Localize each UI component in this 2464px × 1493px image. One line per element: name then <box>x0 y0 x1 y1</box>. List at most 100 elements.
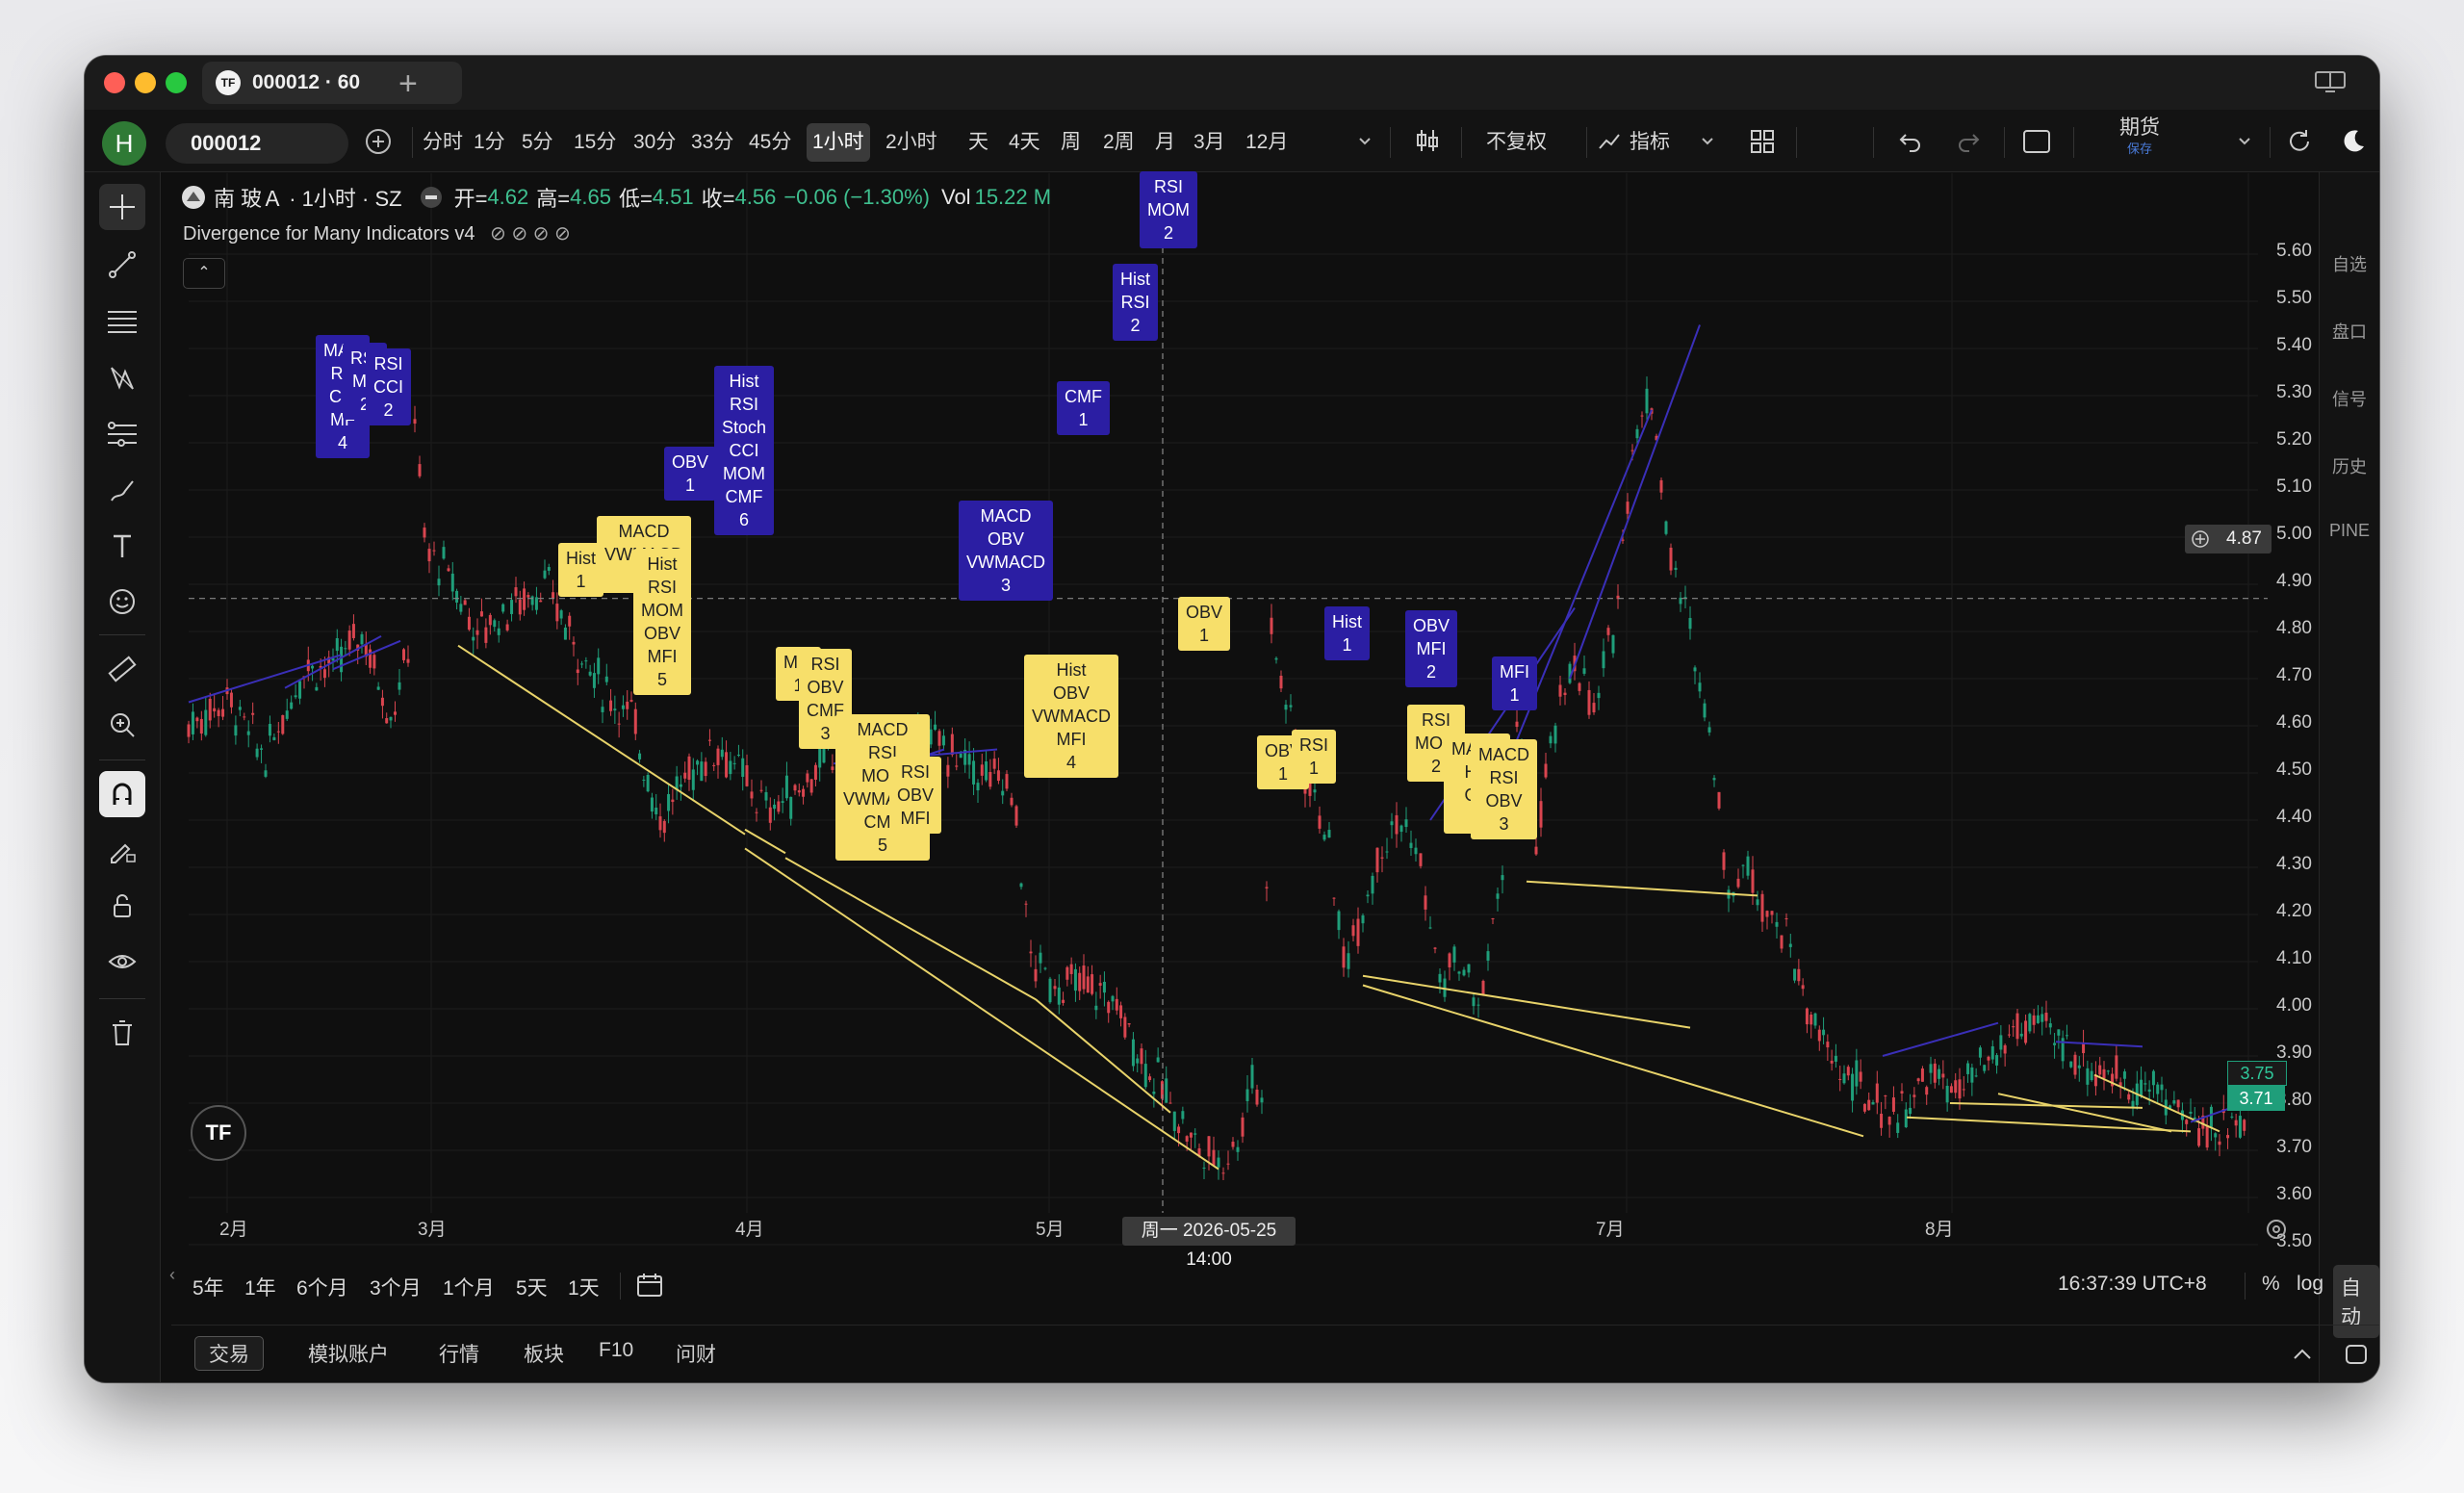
fullscreen-rect-icon[interactable] <box>2021 127 2052 156</box>
time-tick-label: 3月 <box>418 1220 447 1240</box>
tab-paper-account[interactable]: 模拟账户 <box>308 1339 389 1368</box>
lock-pencil-tool[interactable] <box>99 827 145 873</box>
maximize-panel-icon[interactable] <box>2343 1341 2370 1368</box>
go-to-date-icon[interactable] <box>635 1271 664 1300</box>
tab-f10[interactable]: F10 <box>599 1339 633 1362</box>
fib-tool[interactable] <box>99 411 145 457</box>
scroll-left-icon[interactable]: ‹ <box>169 1265 175 1285</box>
text-tool[interactable] <box>99 523 145 569</box>
candle-body <box>285 710 289 719</box>
tab-trade[interactable]: 交易 <box>194 1336 264 1371</box>
timeframe-0[interactable]: 分时 <box>417 123 469 162</box>
timeframe-13[interactable]: 月 <box>1149 123 1181 162</box>
futures-button[interactable]: 期货 <box>2119 116 2160 141</box>
log-scale-toggle[interactable]: log <box>2297 1273 2323 1296</box>
chart-settings-gear-icon[interactable] <box>2264 1217 2289 1242</box>
layout-window-icon[interactable] <box>2314 69 2347 94</box>
candle-body <box>1202 1167 1206 1169</box>
indicator-visibility-icons[interactable]: ⊘ ⊘ ⊘ ⊘ <box>490 223 571 245</box>
clock-timezone[interactable]: 16:37:39 UTC+8 <box>2058 1273 2207 1296</box>
timeframe-1[interactable]: 1分 <box>468 123 511 162</box>
timeframe-2[interactable]: 5分 <box>516 123 559 162</box>
add-alert-plus-icon[interactable] <box>2191 529 2210 549</box>
symbol-search-input[interactable]: 000012 <box>166 123 348 164</box>
new-tab-plus-icon[interactable]: + <box>398 65 418 103</box>
collapse-legend-button[interactable]: ⌃ <box>183 258 225 289</box>
candle-body <box>1270 617 1273 634</box>
tradingview-logo[interactable]: TF <box>191 1105 246 1161</box>
tab-sectors[interactable]: 板块 <box>524 1339 564 1368</box>
range-1m[interactable]: 1个月 <box>443 1273 495 1301</box>
horizontal-lines-tool[interactable] <box>99 297 145 344</box>
indicators-button[interactable]: 指标 <box>1630 123 1670 162</box>
timeframe-11[interactable]: 周 <box>1055 123 1087 162</box>
range-1y[interactable]: 1年 <box>244 1273 276 1301</box>
tab-wencai[interactable]: 问财 <box>676 1339 716 1368</box>
candle-body <box>1241 1117 1245 1137</box>
add-symbol-icon[interactable] <box>364 127 393 156</box>
trend-line-tool[interactable] <box>99 242 145 288</box>
maximize-window-button[interactable] <box>166 72 187 93</box>
close-window-button[interactable] <box>104 72 125 93</box>
timeframe-3[interactable]: 15分 <box>568 123 622 162</box>
price-chart[interactable] <box>169 173 2322 1280</box>
range-1d[interactable]: 1天 <box>568 1273 600 1301</box>
range-5d[interactable]: 5天 <box>516 1273 548 1301</box>
brush-icon <box>111 480 134 502</box>
price-adjust-button[interactable]: 不复权 <box>1486 123 1547 162</box>
timeframe-14[interactable]: 3月 <box>1188 123 1231 162</box>
indicators-chevron-icon[interactable] <box>1698 131 1717 150</box>
avatar[interactable]: H <box>102 121 146 166</box>
candle-body <box>1597 692 1601 699</box>
percent-scale-toggle[interactable]: % <box>2262 1273 2280 1296</box>
expand-panel-chevron-up-icon[interactable] <box>2289 1341 2316 1368</box>
undo-icon[interactable] <box>1898 129 1923 154</box>
indicator-legend[interactable]: Divergence for Many Indicators v4 ⊘ ⊘ ⊘ … <box>183 221 571 245</box>
candle-body <box>1172 1111 1176 1131</box>
candle-body <box>1024 903 1028 905</box>
sidebar-item-signals[interactable]: 信号 <box>2320 386 2379 411</box>
zoom-tool[interactable] <box>99 702 145 748</box>
redo-icon[interactable] <box>1956 129 1981 154</box>
timeframe-6[interactable]: 45分 <box>743 123 797 162</box>
brush-tool[interactable] <box>99 467 145 513</box>
emoji-tool[interactable] <box>99 579 145 625</box>
futures-chevron-icon[interactable] <box>2235 131 2254 150</box>
tab-quotes[interactable]: 行情 <box>439 1339 479 1368</box>
candle-body <box>1140 1048 1143 1065</box>
divergence-label: RSI OBV MFI <box>889 757 942 834</box>
candle-body <box>2048 1023 2052 1028</box>
range-6m[interactable]: 6个月 <box>296 1273 348 1301</box>
timeframe-15[interactable]: 12月 <box>1240 123 1294 162</box>
chevron-down-icon[interactable] <box>1355 131 1374 150</box>
range-5y[interactable]: 5年 <box>192 1273 224 1301</box>
refresh-icon[interactable] <box>2285 127 2314 156</box>
sidebar-item-history[interactable]: 历史 <box>2320 453 2379 478</box>
timeframe-12[interactable]: 2周 <box>1097 123 1141 162</box>
candle-style-icon[interactable] <box>1413 126 1442 155</box>
timeframe-8[interactable]: 2小时 <box>880 123 943 162</box>
range-3m[interactable]: 3个月 <box>370 1273 422 1301</box>
timeframe-4[interactable]: 30分 <box>628 123 681 162</box>
sidebar-item-orderbook[interactable]: 盘口 <box>2320 319 2379 344</box>
dark-mode-moon-icon[interactable] <box>2339 127 2368 156</box>
crosshair-tool[interactable] <box>99 184 145 230</box>
hide-drawings-tool[interactable] <box>99 939 145 985</box>
lock-drawings-tool[interactable] <box>99 883 145 929</box>
timeframe-7[interactable]: 1小时 <box>807 123 870 162</box>
tab-000012[interactable]: TF 000012 · 60 <box>202 62 462 104</box>
delete-drawings-tool[interactable] <box>99 1010 145 1056</box>
sidebar-item-watchlist[interactable]: 自选 <box>2320 251 2379 276</box>
ruler-tool[interactable] <box>99 646 145 692</box>
timeframe-9[interactable]: 天 <box>962 123 994 162</box>
magnet-tool[interactable] <box>99 771 145 817</box>
minimize-window-button[interactable] <box>135 72 156 93</box>
timeframe-10[interactable]: 4天 <box>1003 123 1046 162</box>
candle-body <box>793 785 797 791</box>
timeframe-5[interactable]: 33分 <box>685 123 739 162</box>
indicators-icon[interactable] <box>1598 131 1623 152</box>
sidebar-item-pine[interactable]: PINE <box>2320 521 2379 541</box>
pattern-tool[interactable] <box>99 355 145 401</box>
layout-grid-icon[interactable] <box>1748 127 1777 156</box>
candle-body <box>1065 966 1069 980</box>
